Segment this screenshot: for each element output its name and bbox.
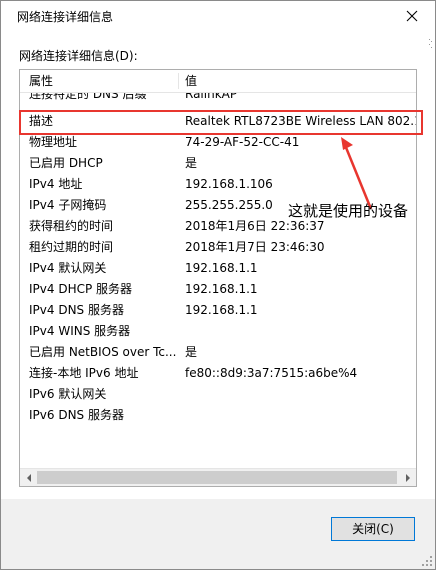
- background-window-edge: [429, 39, 432, 48]
- property-cell: 获得租约的时间: [29, 219, 114, 233]
- list-item[interactable]: IPv4 WINS 服务器: [20, 321, 416, 342]
- close-icon: [406, 10, 418, 22]
- property-cell: IPv4 地址: [29, 177, 83, 191]
- listview-header: 属性 值: [20, 70, 416, 93]
- dialog-footer: 关闭(C): [1, 499, 435, 569]
- list-item[interactable]: IPv6 默认网关: [20, 384, 416, 405]
- list-item[interactable]: IPv4 DNS 服务器 192.168.1.1: [20, 300, 416, 321]
- property-cell: 连接-本地 IPv6 地址: [29, 366, 139, 380]
- list-item[interactable]: IPv4 默认网关 192.168.1.1: [20, 258, 416, 279]
- property-cell: IPv4 DNS 服务器: [29, 303, 124, 317]
- list-item[interactable]: IPv4 DHCP 服务器 192.168.1.1: [20, 279, 416, 300]
- list-item[interactable]: 已启用 NetBIOS over Tc... 是: [20, 342, 416, 363]
- title-close-button[interactable]: [395, 3, 429, 29]
- property-cell: 物理地址: [29, 135, 78, 149]
- list-item[interactable]: 连接-本地 IPv6 地址 fe80::8d9:3a7:7515:a6be%4: [20, 363, 416, 384]
- resize-grip-icon[interactable]: [421, 555, 433, 567]
- scrollbar-thumb[interactable]: [37, 471, 397, 484]
- list-item[interactable]: IPv6 DNS 服务器: [20, 405, 416, 426]
- value-cell: 192.168.1.106: [185, 177, 273, 191]
- arrow-left-icon: [26, 473, 31, 482]
- value-cell: RalinkAP: [185, 93, 238, 101]
- details-group-label: 网络连接详细信息(D):: [19, 49, 138, 63]
- column-divider[interactable]: [178, 73, 179, 89]
- property-cell: IPv4 子网掩码: [29, 198, 107, 212]
- close-button[interactable]: 关闭(C): [331, 517, 415, 541]
- horizontal-scrollbar[interactable]: [20, 468, 416, 486]
- value-cell: 192.168.1.1: [185, 303, 258, 317]
- annotation-text: 这就是使用的设备: [288, 202, 409, 220]
- value-cell: 2018年1月7日 23:46:30: [185, 240, 325, 254]
- property-cell: IPv4 WINS 服务器: [29, 324, 131, 338]
- network-details-dialog: 网络连接详细信息 网络连接详细信息(D): 属性 值 连接特定的 DNS 后缀 …: [0, 0, 436, 570]
- list-item[interactable]: 连接特定的 DNS 后缀 RalinkAP: [20, 93, 416, 105]
- property-cell: 已启用 DHCP: [29, 156, 103, 170]
- property-cell: 连接特定的 DNS 后缀: [29, 93, 147, 101]
- window-title: 网络连接详细信息: [17, 10, 114, 24]
- value-cell: 192.168.1.1: [185, 282, 258, 296]
- title-bar[interactable]: 网络连接详细信息: [1, 1, 435, 31]
- column-header-property[interactable]: 属性: [29, 70, 53, 92]
- list-item[interactable]: 租约过期的时间 2018年1月7日 23:46:30: [20, 237, 416, 258]
- property-cell: 租约过期的时间: [29, 240, 114, 254]
- property-cell: IPv6 DNS 服务器: [29, 408, 124, 422]
- scroll-left-button[interactable]: [20, 469, 37, 486]
- value-cell: 是: [185, 345, 198, 359]
- scroll-right-button[interactable]: [399, 469, 416, 486]
- property-cell: 已启用 NetBIOS over Tc...: [29, 345, 177, 359]
- arrow-right-icon: [405, 473, 410, 482]
- value-cell: 是: [185, 156, 198, 170]
- value-cell: 74-29-AF-52-CC-41: [185, 135, 300, 149]
- value-cell: 192.168.1.1: [185, 261, 258, 275]
- highlight-box: [19, 110, 423, 135]
- property-cell: IPv4 DHCP 服务器: [29, 282, 133, 296]
- column-header-value[interactable]: 值: [185, 70, 197, 92]
- property-cell: IPv4 默认网关: [29, 261, 107, 275]
- value-cell: 255.255.255.0: [185, 198, 273, 212]
- value-cell: fe80::8d9:3a7:7515:a6be%4: [185, 366, 358, 380]
- property-cell: IPv6 默认网关: [29, 387, 107, 401]
